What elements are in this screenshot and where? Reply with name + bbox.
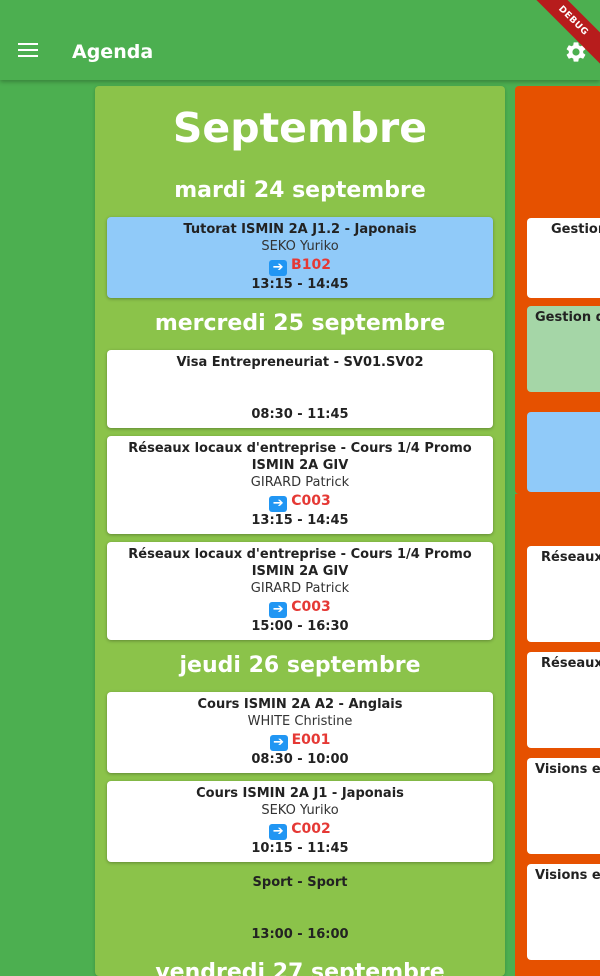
event-title: Sport - Sport bbox=[252, 875, 348, 890]
event-room: ➔ B102 bbox=[107, 256, 493, 276]
page-title: Agenda bbox=[72, 41, 154, 63]
event-room: ➔ C003 bbox=[107, 598, 493, 618]
event-card[interactable]: Cours ISMIN 2A A2 - Anglais WHITE Christ… bbox=[107, 692, 493, 773]
event-card[interactable]: Visa Entrepreneuriat - SV01.SV02 08:30 -… bbox=[107, 350, 493, 428]
side-event[interactable]: Réseaux l bbox=[527, 652, 600, 748]
side-event[interactable]: Gestion bbox=[527, 218, 600, 298]
arrow-right-icon: ➔ bbox=[269, 824, 288, 840]
side-event[interactable]: Gestion de bbox=[527, 306, 600, 392]
event-title: Tutorat ISMIN 2A J1.2 - Japonais bbox=[183, 222, 417, 237]
day-title: mardi 24 septembre bbox=[174, 178, 426, 203]
event-card[interactable]: Sport - Sport 13:00 - 16:00 bbox=[107, 870, 493, 948]
day-title: mercredi 25 septembre bbox=[154, 311, 446, 336]
side-event[interactable]: Visions et bbox=[527, 864, 600, 960]
event-room: ➔ E001 bbox=[107, 731, 493, 751]
month-card: mardi 24 septembre Tutorat ISMIN 2A J1.2… bbox=[95, 86, 505, 976]
event-title: Réseaux locaux d'entreprise - Cours 1/4 … bbox=[128, 547, 472, 579]
event-card[interactable]: Réseaux locaux d'entreprise - Cours 1/4 … bbox=[107, 542, 493, 640]
day-title: jeudi 26 septembre bbox=[179, 653, 421, 678]
event-room: ➔ C002 bbox=[107, 820, 493, 840]
event-time: 13:15 - 14:45 bbox=[251, 513, 349, 528]
event-teacher: GIRARD Patrick bbox=[250, 475, 350, 490]
event-card[interactable]: Tutorat ISMIN 2A J1.2 - Japonais SEKO Yu… bbox=[107, 217, 493, 298]
event-time: 08:30 - 10:00 bbox=[251, 752, 349, 767]
arrow-right-icon: ➔ bbox=[269, 602, 288, 618]
event-teacher: WHITE Christine bbox=[247, 714, 353, 729]
event-time: 08:30 - 11:45 bbox=[251, 407, 349, 422]
event-teacher: GIRARD Patrick bbox=[250, 581, 350, 596]
event-time: 10:15 - 11:45 bbox=[251, 841, 349, 856]
menu-icon[interactable] bbox=[18, 43, 38, 59]
arrow-right-icon: ➔ bbox=[269, 260, 288, 276]
side-event[interactable]: Réseaux l bbox=[527, 546, 600, 642]
day-title: vendredi 27 septembre bbox=[155, 960, 445, 976]
event-time: 15:00 - 16:30 bbox=[251, 619, 349, 634]
side-event[interactable] bbox=[527, 412, 600, 492]
event-card[interactable]: Cours ISMIN 2A J1 - Japonais SEKO Yuriko… bbox=[107, 781, 493, 862]
app-bar: Agenda bbox=[0, 0, 600, 80]
month-title: Septembre bbox=[172, 104, 428, 152]
event-title: Cours ISMIN 2A A2 - Anglais bbox=[197, 697, 403, 712]
event-time: 13:15 - 14:45 bbox=[251, 277, 349, 292]
event-title: Visa Entrepreneuriat - SV01.SV02 bbox=[176, 355, 424, 370]
arrow-right-icon: ➔ bbox=[269, 735, 288, 751]
event-time: 13:00 - 16:00 bbox=[251, 927, 349, 942]
event-card[interactable]: Réseaux locaux d'entreprise - Cours 1/4 … bbox=[107, 436, 493, 534]
event-title: Réseaux locaux d'entreprise - Cours 1/4 … bbox=[128, 441, 472, 473]
event-teacher: SEKO Yuriko bbox=[261, 803, 339, 818]
event-teacher: SEKO Yuriko bbox=[261, 239, 339, 254]
side-event[interactable]: Visions et bbox=[527, 758, 600, 854]
arrow-right-icon: ➔ bbox=[269, 496, 288, 512]
event-room: ➔ C003 bbox=[107, 492, 493, 512]
event-title: Cours ISMIN 2A J1 - Japonais bbox=[196, 786, 404, 801]
